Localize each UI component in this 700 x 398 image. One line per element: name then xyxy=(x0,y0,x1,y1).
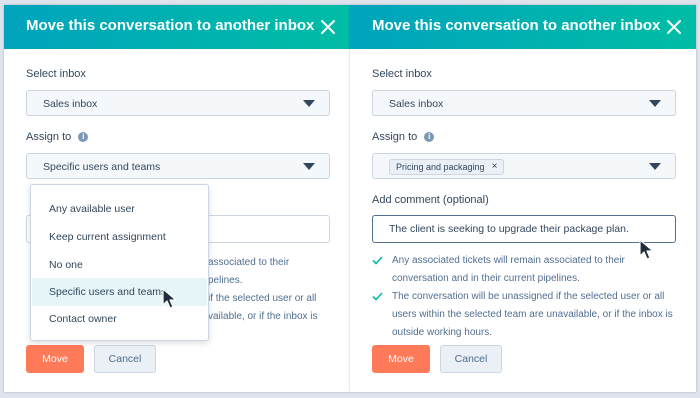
option-specific-users-and-teams[interactable]: Specific users and teams xyxy=(32,278,207,306)
assign-to-dropdown[interactable]: Pricing and packaging × xyxy=(372,153,676,179)
comment-label: Add comment (optional) xyxy=(372,194,489,206)
caret-down-icon xyxy=(649,163,661,170)
note-text: Any associated tickets will remain assoc… xyxy=(392,255,625,284)
option-keep-current-assignment[interactable]: Keep current assignment xyxy=(32,223,207,251)
note-fragment: vailable, or if the inbox is xyxy=(208,311,318,322)
modal-header: Move this conversation to another inbox xyxy=(350,5,696,49)
mouse-cursor-icon xyxy=(162,288,177,309)
note-fragment: associated to their xyxy=(208,257,290,268)
modal-title: Move this conversation to another inbox xyxy=(26,17,315,34)
select-inbox-value: Sales inbox xyxy=(43,98,98,110)
assign-to-label-text: Assign to xyxy=(26,131,72,143)
team-tag: Pricing and packaging × xyxy=(389,159,505,175)
checkmark-icon xyxy=(372,292,383,301)
note-item: The conversation will be unassigned if t… xyxy=(372,288,682,342)
move-button[interactable]: Move xyxy=(26,345,84,373)
option-no-one[interactable]: No one xyxy=(32,251,207,279)
note-fragment: if the selected user or all xyxy=(208,293,317,304)
caret-down-icon xyxy=(303,100,315,107)
assign-to-label: Assign to i xyxy=(372,131,435,143)
select-inbox-label: Select inbox xyxy=(372,68,432,80)
option-any-available-user[interactable]: Any available user xyxy=(32,195,207,223)
comment-input[interactable]: The client is seeking to upgrade their p… xyxy=(372,215,676,243)
cancel-button[interactable]: Cancel xyxy=(440,345,502,373)
assign-to-label-text: Assign to xyxy=(372,131,418,143)
close-icon[interactable] xyxy=(664,17,684,37)
info-icon[interactable]: i xyxy=(78,132,89,142)
select-inbox-value: Sales inbox xyxy=(389,98,444,110)
modal-header: Move this conversation to another inbox xyxy=(4,5,350,49)
select-inbox-label: Select inbox xyxy=(26,68,86,80)
info-icon[interactable]: i xyxy=(424,132,435,142)
caret-down-icon xyxy=(649,100,661,107)
note-text: The conversation will be unassigned if t… xyxy=(392,291,673,338)
cancel-button[interactable]: Cancel xyxy=(94,345,156,373)
assign-to-options-menu: Any available user Keep current assignme… xyxy=(30,184,209,341)
modal-title: Move this conversation to another inbox xyxy=(372,17,661,34)
mouse-cursor-icon xyxy=(639,239,654,260)
notes-list: Any associated tickets will remain assoc… xyxy=(372,252,682,342)
note-fragment: pelines. xyxy=(208,275,243,286)
close-icon[interactable] xyxy=(318,17,338,37)
note-item: Any associated tickets will remain assoc… xyxy=(372,252,682,288)
caret-down-icon xyxy=(303,163,315,170)
assign-to-dropdown[interactable]: Specific users and teams xyxy=(26,153,330,179)
move-conversation-modal-left: Move this conversation to another inbox … xyxy=(4,5,350,392)
move-button[interactable]: Move xyxy=(372,345,430,373)
assign-to-value: Specific users and teams xyxy=(43,161,161,173)
select-inbox-dropdown[interactable]: Sales inbox xyxy=(372,90,676,116)
checkmark-icon xyxy=(372,256,383,265)
assign-to-label: Assign to i xyxy=(26,131,89,143)
select-inbox-dropdown[interactable]: Sales inbox xyxy=(26,90,330,116)
option-contact-owner[interactable]: Contact owner xyxy=(32,305,207,333)
remove-tag-icon[interactable]: × xyxy=(492,162,498,172)
team-tag-label: Pricing and packaging xyxy=(396,162,485,172)
move-conversation-modal-right: Move this conversation to another inbox … xyxy=(350,5,696,392)
comment-input-value: The client is seeking to upgrade their p… xyxy=(389,223,629,235)
